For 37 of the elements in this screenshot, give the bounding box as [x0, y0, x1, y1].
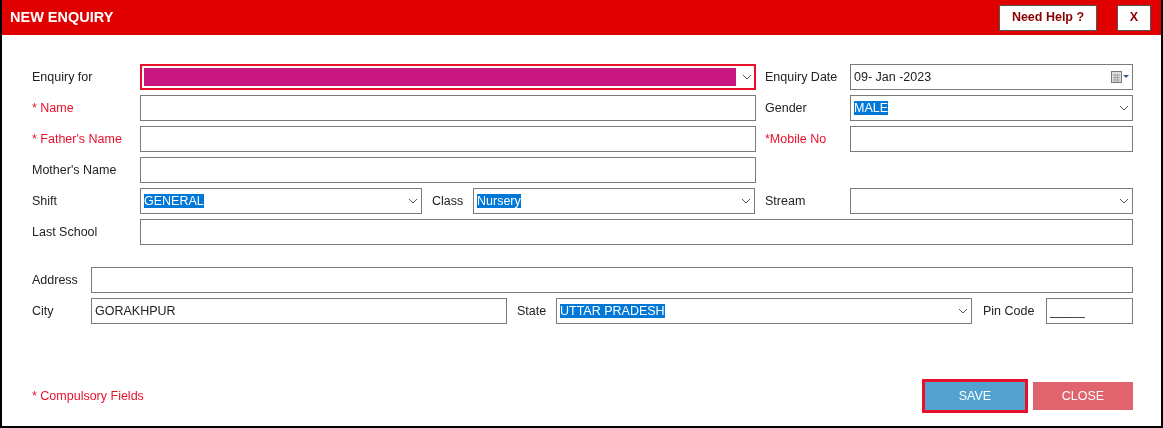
input-field[interactable] [91, 267, 1133, 293]
dropdown[interactable]: Nursery [473, 188, 755, 214]
close-button[interactable]: CLOSE [1033, 382, 1133, 410]
field-label: State [516, 302, 548, 320]
save-button[interactable]: SAVE [925, 382, 1025, 410]
field-label: Last School [32, 223, 99, 241]
field-label: Enquiry for [32, 68, 94, 86]
dropdown[interactable]: MALE [850, 95, 1133, 121]
field-label: * Name [32, 99, 75, 117]
dropdown[interactable]: GENERAL [140, 188, 422, 214]
field-label: Shift [32, 192, 58, 210]
compulsory-fields-note: * Compulsory Fields [32, 387, 145, 405]
field-label: Enquiry Date [764, 68, 839, 86]
field-label: Stream [764, 192, 807, 210]
input-field[interactable] [140, 219, 1133, 245]
field-label: Address [32, 271, 79, 289]
help-button[interactable]: Need Help ? [999, 4, 1097, 31]
input-field[interactable] [140, 95, 756, 121]
input-field[interactable] [850, 126, 1133, 152]
input-field[interactable]: _____ [1046, 298, 1133, 324]
window-title: NEW ENQUIRY [10, 7, 115, 27]
dropdown[interactable]: UTTAR PRADESH [556, 298, 972, 324]
dropdown[interactable] [140, 64, 756, 90]
calendar-icon[interactable] [1111, 71, 1129, 83]
field-label: Pin Code [982, 302, 1036, 320]
field-label: * Father's Name [32, 130, 123, 148]
input-field[interactable]: GORAKHPUR [91, 298, 507, 324]
input-field[interactable] [140, 157, 756, 183]
dropdown[interactable] [850, 188, 1133, 214]
input-field[interactable] [140, 126, 756, 152]
field-label: Mother's Name [32, 161, 118, 179]
field-label: *Mobile No [764, 130, 828, 148]
close-button[interactable]: X [1117, 4, 1151, 31]
field-label: City [32, 302, 55, 320]
field-label: Class [431, 192, 465, 210]
date-picker[interactable]: 09- Jan -2023 [850, 64, 1133, 90]
field-label: Gender [764, 99, 808, 117]
